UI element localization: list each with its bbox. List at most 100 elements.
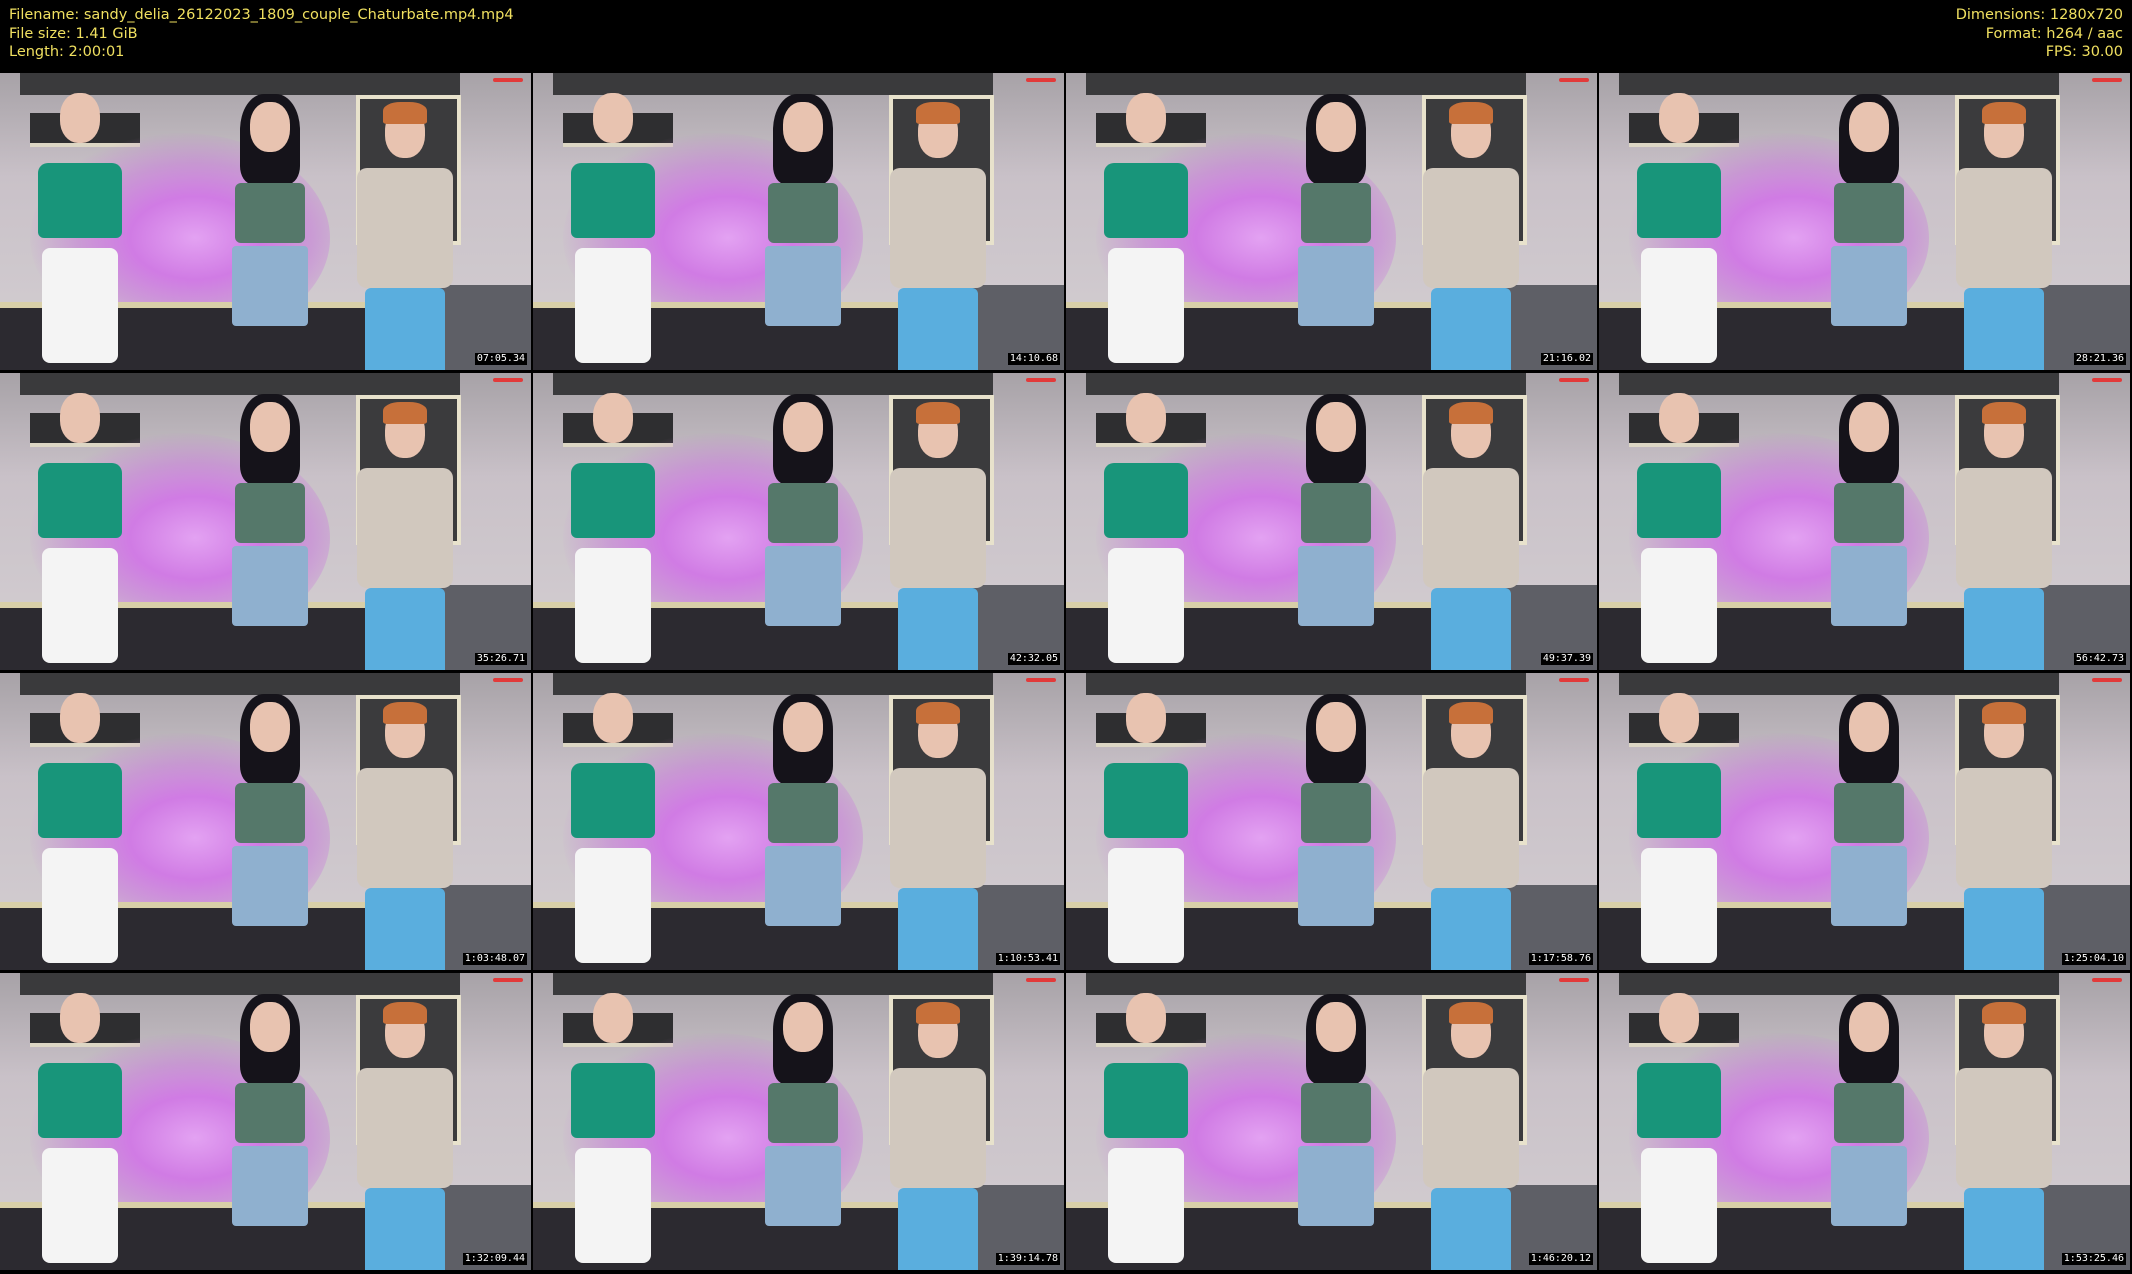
video-thumbnail[interactable]: 1:46:20.12 xyxy=(1066,973,1597,1270)
wall-shelf xyxy=(1619,973,2059,995)
person-green-top xyxy=(1619,393,1739,670)
wall-shelf xyxy=(1086,373,1526,395)
watermark xyxy=(1026,978,1056,982)
person-green-top xyxy=(1619,693,1739,970)
watermark xyxy=(1026,78,1056,82)
person-denim-skirt xyxy=(1276,394,1396,670)
thumbnail-timestamp: 1:25:04.10 xyxy=(2061,953,2126,965)
wall-shelf xyxy=(20,673,460,695)
person-green-top xyxy=(1086,93,1206,370)
video-thumbnail[interactable]: 21:16.02 xyxy=(1066,73,1597,370)
video-thumbnail[interactable]: 49:37.39 xyxy=(1066,373,1597,670)
wall-shelf xyxy=(1086,973,1526,995)
watermark xyxy=(1559,678,1589,682)
wall-shelf xyxy=(553,373,993,395)
length-text: Length: 2:00:01 xyxy=(9,44,125,60)
format-text: Format: h264 / aac xyxy=(1985,25,2123,42)
person-green-top xyxy=(553,93,673,370)
person-grey-shirt xyxy=(1944,402,2064,670)
file-info-left: Filename: sandy_delia_26122023_1809_coup… xyxy=(9,6,514,62)
thumbnail-timestamp: 35:26.71 xyxy=(474,653,527,665)
watermark xyxy=(493,978,523,982)
person-grey-shirt xyxy=(1411,1002,1531,1270)
watermark xyxy=(1026,678,1056,682)
person-denim-skirt xyxy=(1276,994,1396,1270)
thumbnail-timestamp: 28:21.36 xyxy=(2073,353,2126,365)
video-thumbnail[interactable]: 14:10.68 xyxy=(533,73,1064,370)
person-denim-skirt xyxy=(743,394,863,670)
watermark xyxy=(2092,678,2122,682)
thumbnail-timestamp: 1:10:53.41 xyxy=(995,953,1060,965)
thumbnail-timestamp: 1:39:14.78 xyxy=(995,1253,1060,1265)
person-grey-shirt xyxy=(1411,702,1531,970)
person-grey-shirt xyxy=(1944,102,2064,370)
thumbnail-timestamp: 56:42.73 xyxy=(2073,653,2126,665)
thumbnail-timestamp: 1:32:09.44 xyxy=(462,1253,527,1265)
person-denim-skirt xyxy=(743,994,863,1270)
watermark xyxy=(493,378,523,382)
video-thumbnail[interactable]: 42:32.05 xyxy=(533,373,1064,670)
person-denim-skirt xyxy=(743,694,863,970)
thumbnail-timestamp: 49:37.39 xyxy=(1540,653,1593,665)
wall-shelf xyxy=(1086,673,1526,695)
person-denim-skirt xyxy=(1809,94,1929,370)
wall-shelf xyxy=(20,373,460,395)
watermark xyxy=(2092,78,2122,82)
video-thumbnail[interactable]: 28:21.36 xyxy=(1599,73,2130,370)
video-thumbnail[interactable]: 1:17:58.76 xyxy=(1066,673,1597,970)
watermark xyxy=(1559,78,1589,82)
person-green-top xyxy=(20,93,140,370)
person-denim-skirt xyxy=(1809,994,1929,1270)
person-grey-shirt xyxy=(345,702,465,970)
video-thumbnail[interactable]: 1:32:09.44 xyxy=(0,973,531,1270)
wall-shelf xyxy=(1619,673,2059,695)
video-thumbnail[interactable]: 35:26.71 xyxy=(0,373,531,670)
person-denim-skirt xyxy=(210,394,330,670)
video-thumbnail[interactable]: 07:05.34 xyxy=(0,73,531,370)
thumbnail-grid: 07:05.34 14:10.68 21:16.02 28:21.36 35:26.71… xyxy=(0,73,2132,1273)
person-green-top xyxy=(1619,993,1739,1270)
wall-shelf xyxy=(20,73,460,95)
watermark xyxy=(493,78,523,82)
watermark xyxy=(493,678,523,682)
person-denim-skirt xyxy=(210,94,330,370)
video-thumbnail[interactable]: 1:53:25.46 xyxy=(1599,973,2130,1270)
person-grey-shirt xyxy=(878,702,998,970)
person-denim-skirt xyxy=(1276,694,1396,970)
person-green-top xyxy=(20,393,140,670)
person-grey-shirt xyxy=(345,102,465,370)
person-grey-shirt xyxy=(878,102,998,370)
dimensions-text: Dimensions: 1280x720 xyxy=(1955,7,2123,23)
person-denim-skirt xyxy=(1809,694,1929,970)
wall-shelf xyxy=(553,673,993,695)
wall-shelf xyxy=(1619,373,2059,395)
person-green-top xyxy=(553,693,673,970)
person-green-top xyxy=(20,693,140,970)
video-thumbnail[interactable]: 1:25:04.10 xyxy=(1599,673,2130,970)
wall-shelf xyxy=(20,973,460,995)
person-grey-shirt xyxy=(1944,1002,2064,1270)
person-green-top xyxy=(553,393,673,670)
video-thumbnail[interactable]: 1:10:53.41 xyxy=(533,673,1064,970)
wall-shelf xyxy=(1086,73,1526,95)
watermark xyxy=(1559,378,1589,382)
watermark xyxy=(1559,978,1589,982)
filename-text: Filename: sandy_delia_26122023_1809_coup… xyxy=(9,7,514,23)
video-thumbnail[interactable]: 1:39:14.78 xyxy=(533,973,1064,1270)
person-denim-skirt xyxy=(210,694,330,970)
person-grey-shirt xyxy=(345,402,465,670)
video-thumbnail[interactable]: 56:42.73 xyxy=(1599,373,2130,670)
thumbnail-timestamp: 1:46:20.12 xyxy=(1528,1253,1593,1265)
wall-shelf xyxy=(553,73,993,95)
wall-shelf xyxy=(1619,73,2059,95)
person-grey-shirt xyxy=(1411,402,1531,670)
person-grey-shirt xyxy=(1944,702,2064,970)
person-green-top xyxy=(20,993,140,1270)
video-thumbnail[interactable]: 1:03:48.07 xyxy=(0,673,531,970)
person-denim-skirt xyxy=(743,94,863,370)
person-grey-shirt xyxy=(1411,102,1531,370)
contact-sheet-header: Filename: sandy_delia_26122023_1809_coup… xyxy=(0,0,2132,72)
file-info-right: Dimensions: 1280x720 Format: h264 / aac … xyxy=(1956,6,2123,62)
watermark xyxy=(2092,378,2122,382)
person-denim-skirt xyxy=(1809,394,1929,670)
